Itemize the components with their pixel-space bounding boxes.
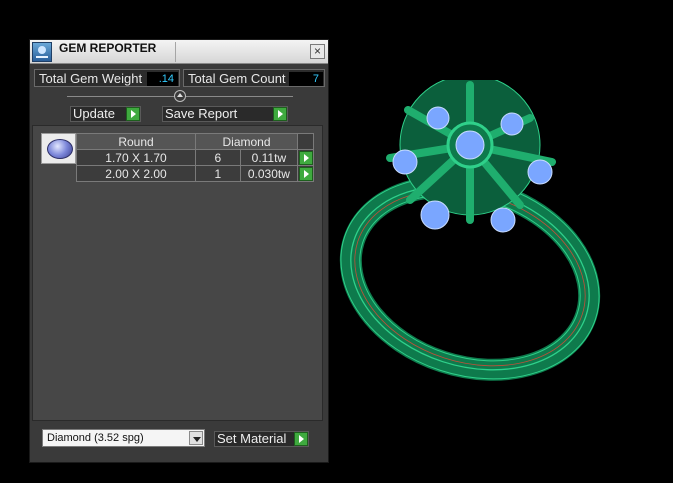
total-gem-count-value: 7 <box>289 72 323 86</box>
ring-model <box>339 80 601 381</box>
close-icon[interactable]: × <box>310 44 325 59</box>
material-select[interactable]: Diamond (3.52 spg) <box>42 429 205 447</box>
total-gem-weight-box: Total Gem Weight .14 <box>34 69 180 87</box>
gem-reporter-app-icon <box>32 42 52 62</box>
row-go-cell <box>297 165 314 182</box>
set-material-button-label: Set Material <box>217 431 287 446</box>
table-row[interactable]: 2.00 X 2.00 1 0.030tw <box>76 165 314 182</box>
gem-count-cell: 1 <box>195 165 241 182</box>
total-gem-count-box: Total Gem Count 7 <box>183 69 325 87</box>
total-gem-weight-value: .14 <box>147 72 178 86</box>
title-separator <box>175 42 176 62</box>
save-report-button-label: Save Report <box>165 106 238 121</box>
set-material-button[interactable]: Set Material <box>214 431 309 447</box>
go-arrow-icon[interactable] <box>299 167 313 181</box>
total-gem-count-label: Total Gem Count <box>188 71 286 86</box>
gem-reporter-panel: GEM REPORTER × Total Gem Weight .14 Tota… <box>29 39 329 463</box>
gem-size-cell: 1.70 X 1.70 <box>76 149 196 166</box>
go-arrow-icon[interactable] <box>273 107 287 121</box>
column-header-shape: Round <box>76 133 196 150</box>
gem-table: Round Diamond 1.70 X 1.70 6 0.11tw 2.00 … <box>76 133 314 182</box>
save-report-button[interactable]: Save Report <box>162 106 288 122</box>
column-header-material: Diamond <box>195 133 298 150</box>
go-arrow-icon[interactable] <box>299 151 313 165</box>
window-title: GEM REPORTER <box>59 41 157 55</box>
gem-size-cell: 2.00 X 2.00 <box>76 165 196 182</box>
gem-count-cell: 6 <box>195 149 241 166</box>
material-select-value: Diamond (3.52 spg) <box>47 432 144 444</box>
round-diamond-thumbnail-icon[interactable] <box>41 133 76 164</box>
ring-3d-viewport[interactable] <box>330 80 610 390</box>
total-gem-weight-label: Total Gem Weight <box>39 71 143 86</box>
row-go-cell <box>297 149 314 166</box>
header-spacer <box>297 133 314 150</box>
go-arrow-icon[interactable] <box>126 107 140 121</box>
table-header-row: Round Diamond <box>76 133 314 150</box>
update-button[interactable]: Update <box>70 106 141 122</box>
gem-list-area: Round Diamond 1.70 X 1.70 6 0.11tw 2.00 … <box>32 125 323 421</box>
table-row[interactable]: 1.70 X 1.70 6 0.11tw <box>76 149 314 166</box>
go-arrow-icon[interactable] <box>294 432 308 446</box>
chevron-down-icon[interactable] <box>189 431 203 445</box>
slider-handle[interactable] <box>174 90 186 102</box>
gem-weight-cell: 0.11tw <box>239 149 299 166</box>
update-button-label: Update <box>73 106 115 121</box>
gem-weight-cell: 0.030tw <box>239 165 299 182</box>
title-bar[interactable]: GEM REPORTER × <box>30 40 328 64</box>
